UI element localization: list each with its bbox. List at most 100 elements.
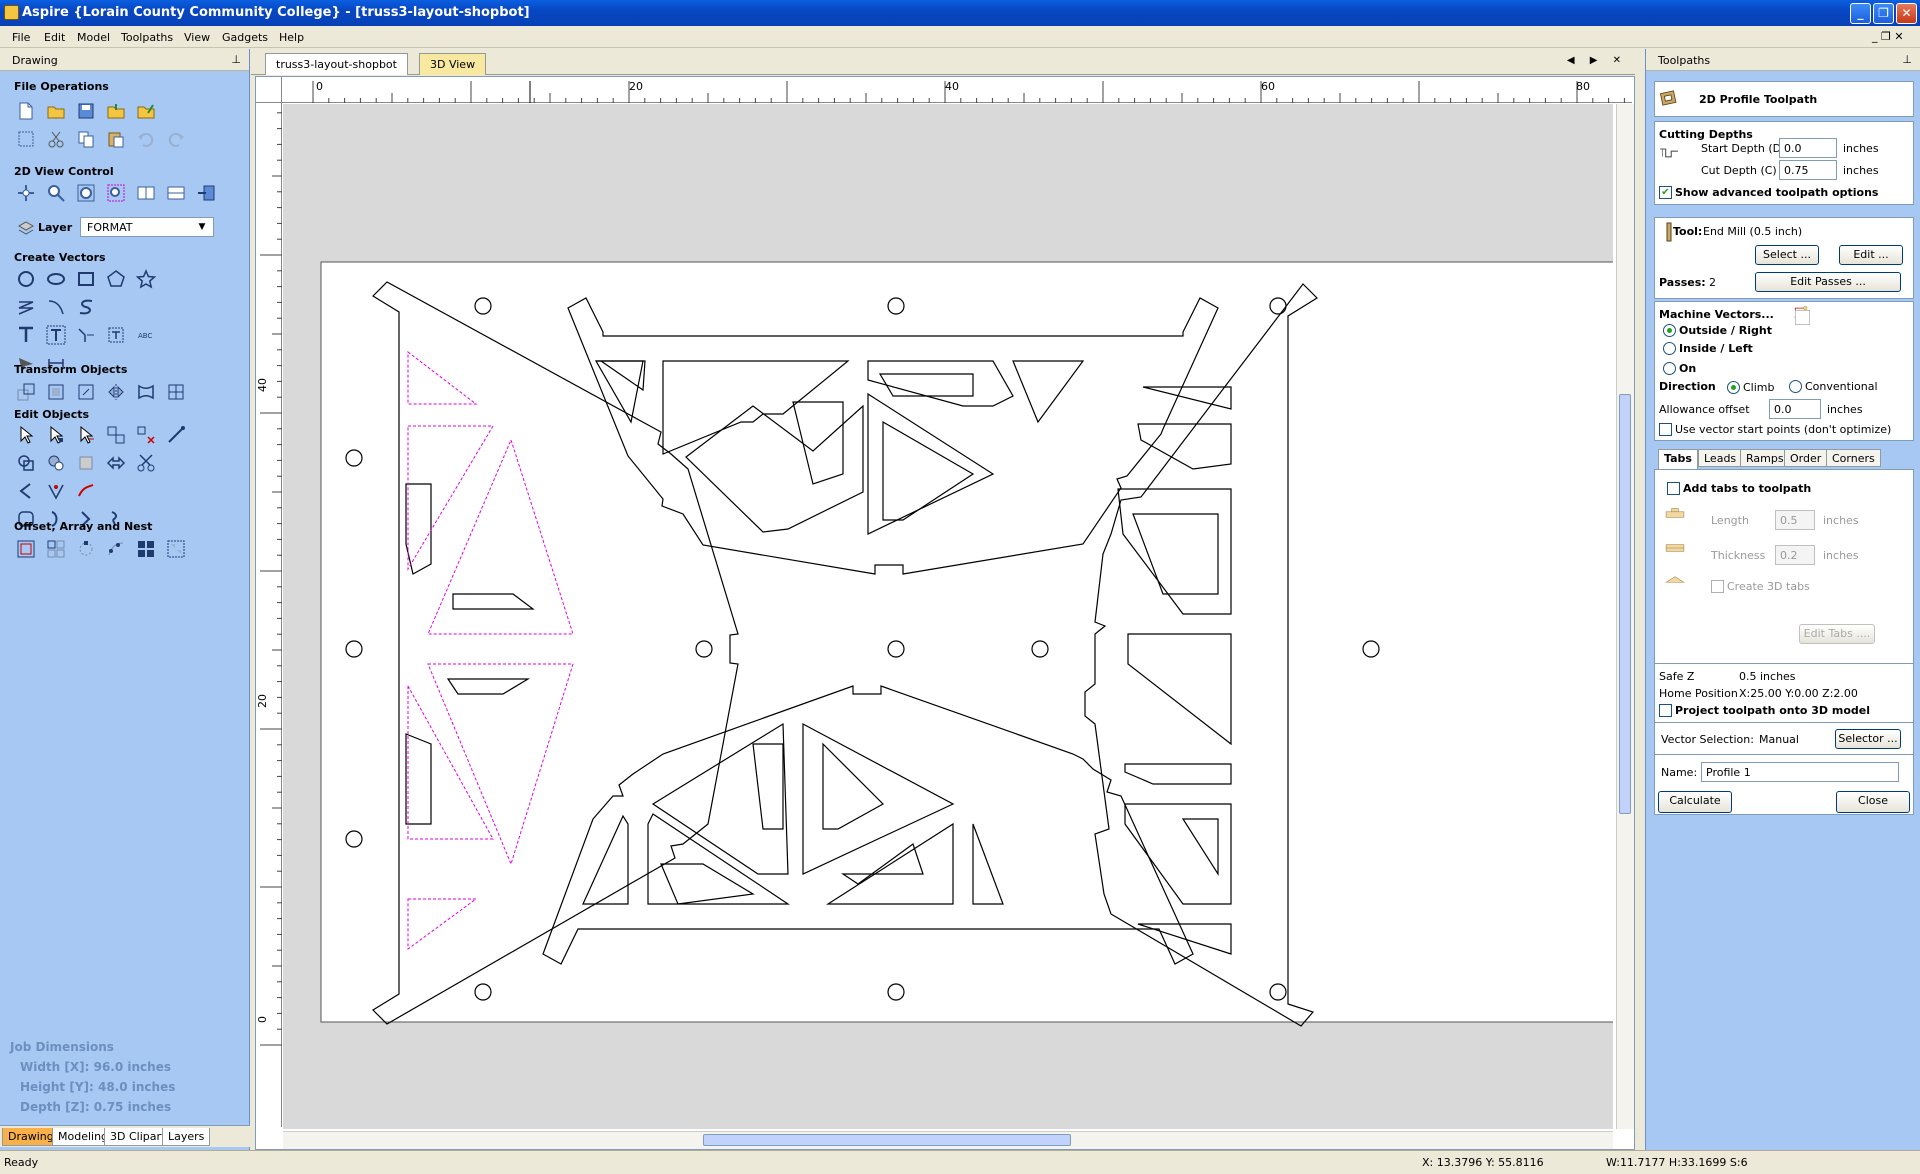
menu-file[interactable]: File [12, 31, 30, 44]
tab-truss3-layout[interactable]: truss3-layout-shopbot [265, 53, 408, 75]
distort-icon[interactable] [136, 382, 156, 402]
add-tabs-checkbox[interactable] [1667, 482, 1680, 495]
circular-array-icon[interactable] [76, 539, 96, 559]
draw-polyline-icon[interactable] [16, 297, 36, 317]
redo-icon[interactable] [166, 129, 186, 149]
pan-icon[interactable] [16, 183, 36, 203]
text-box-icon[interactable] [46, 325, 66, 345]
draw-star-icon[interactable] [135, 269, 157, 289]
calculate-button[interactable]: Calculate [1658, 791, 1732, 813]
minimize-button[interactable]: _ [1850, 3, 1871, 24]
tab-thickness-input[interactable]: 0.2 [1775, 545, 1815, 565]
vector-start-points-checkbox[interactable] [1659, 423, 1672, 436]
undo-icon[interactable] [136, 129, 156, 149]
subtab-order[interactable]: Order [1784, 449, 1828, 467]
horizontal-scroll-thumb[interactable] [703, 1134, 1071, 1146]
group-icon[interactable] [106, 425, 126, 445]
intersect-icon[interactable] [76, 453, 96, 473]
draw-rectangle-icon[interactable] [76, 269, 96, 289]
arc-text-icon[interactable]: ABC [136, 325, 156, 345]
select-tool-icon[interactable] [16, 425, 36, 445]
allowance-input[interactable]: 0.0 [1769, 399, 1821, 419]
join-vectors-icon[interactable] [166, 425, 186, 445]
mirror-icon[interactable] [106, 382, 126, 402]
subtab-tabs[interactable]: Tabs [1658, 449, 1698, 469]
drawing-canvas[interactable]: 0 20 40 60 80 40 20 0 [255, 76, 1657, 1150]
draw-polygon-icon[interactable] [106, 269, 126, 289]
zoom-icon[interactable] [46, 183, 66, 203]
inside-left-radio[interactable] [1663, 342, 1676, 355]
move-icon[interactable] [16, 382, 36, 402]
edit-tabs-button[interactable]: Edit Tabs .... [1799, 624, 1875, 644]
select-tool-button[interactable]: Select ... [1755, 245, 1819, 265]
conventional-radio[interactable] [1789, 380, 1802, 393]
start-depth-input[interactable]: 0.0 [1779, 138, 1837, 158]
edit-passes-button[interactable]: Edit Passes ... [1755, 272, 1901, 292]
zoom-selected-icon[interactable] [106, 183, 126, 203]
vertical-scroll-thumb[interactable] [1619, 394, 1631, 814]
selector-button[interactable]: Selector ... [1835, 729, 1901, 749]
paste-icon[interactable] [106, 129, 126, 149]
overlap-icon[interactable] [106, 453, 126, 473]
save-icon[interactable] [76, 101, 96, 121]
zoom-extents-icon[interactable] [76, 183, 96, 203]
subtract-icon[interactable] [46, 453, 66, 473]
align-icon[interactable] [46, 382, 66, 402]
fillet-icon[interactable] [16, 481, 36, 501]
edit-tool-button[interactable]: Edit ... [1839, 245, 1903, 265]
node-edit-icon[interactable] [46, 425, 66, 445]
tab-layers[interactable]: Layers [162, 1128, 211, 1146]
chevron-down-icon[interactable]: ▼ [194, 219, 210, 235]
climb-radio[interactable] [1727, 381, 1740, 394]
subtab-ramps[interactable]: Ramps [1740, 449, 1790, 467]
create-3d-tabs-checkbox[interactable] [1711, 580, 1724, 593]
menu-toolpaths[interactable]: Toolpaths [121, 31, 173, 44]
block-copy-icon[interactable] [136, 539, 156, 559]
vertical-scrollbar[interactable] [1616, 104, 1634, 1129]
pin-icon[interactable]: ⊥ [231, 53, 241, 66]
subtab-leads[interactable]: Leads [1698, 449, 1743, 467]
split-view-icon[interactable] [166, 183, 186, 203]
draw-ellipse-icon[interactable] [46, 269, 66, 289]
text-on-curve-icon[interactable] [76, 325, 96, 345]
toolpath-name-input[interactable]: Profile 1 [1701, 762, 1899, 782]
ungroup-icon[interactable] [136, 425, 156, 445]
on-radio[interactable] [1663, 362, 1676, 375]
new-file-icon[interactable] [16, 101, 36, 121]
menu-help[interactable]: Help [279, 31, 304, 44]
tab-length-input[interactable]: 0.5 [1775, 510, 1815, 530]
weld-icon[interactable] [16, 453, 36, 473]
array-copy-icon[interactable] [46, 539, 66, 559]
document-nav-controls[interactable]: ◀ ▶ ✕ [1567, 55, 1627, 66]
select-all-icon[interactable] [16, 129, 36, 149]
chamfer-icon[interactable] [46, 481, 66, 501]
draw-circle-icon[interactable] [16, 269, 36, 289]
interactive-trim-icon[interactable] [76, 425, 96, 445]
nest-parts-icon[interactable] [166, 539, 186, 559]
set-position-icon[interactable] [166, 382, 186, 402]
draw-arc-icon[interactable] [46, 297, 66, 317]
subtab-corners[interactable]: Corners [1826, 449, 1881, 467]
scissors-icon[interactable] [136, 453, 156, 473]
close-window-button[interactable]: ✕ [1896, 3, 1917, 24]
fit-text-icon[interactable] [106, 325, 126, 345]
menu-model[interactable]: Model [77, 31, 110, 44]
menu-view[interactable]: View [184, 31, 210, 44]
drawing-viewport[interactable] [283, 104, 1613, 1129]
extend-icon[interactable] [76, 481, 96, 501]
pin-icon[interactable]: ⊥ [1902, 53, 1912, 66]
offset-icon[interactable] [16, 539, 36, 559]
copy-along-vector-icon[interactable] [106, 539, 126, 559]
restore-button[interactable]: ❐ [1873, 3, 1894, 24]
truss-layout-drawing[interactable] [283, 104, 1613, 1129]
advanced-options-checkbox[interactable]: ✔ [1659, 186, 1672, 199]
close-toolpath-button[interactable]: Close [1836, 791, 1910, 813]
horizontal-scrollbar[interactable] [283, 1131, 1613, 1149]
mdi-window-controls[interactable]: _ ❐ ✕ [1872, 30, 1904, 43]
copy-icon[interactable] [76, 129, 96, 149]
layer-select[interactable]: FORMAT ▼ [80, 217, 214, 237]
view-toggle-icon[interactable] [136, 183, 156, 203]
menu-edit[interactable]: Edit [44, 31, 65, 44]
menu-gadgets[interactable]: Gadgets [222, 31, 268, 44]
tab-3d-view[interactable]: 3D View [419, 53, 487, 75]
